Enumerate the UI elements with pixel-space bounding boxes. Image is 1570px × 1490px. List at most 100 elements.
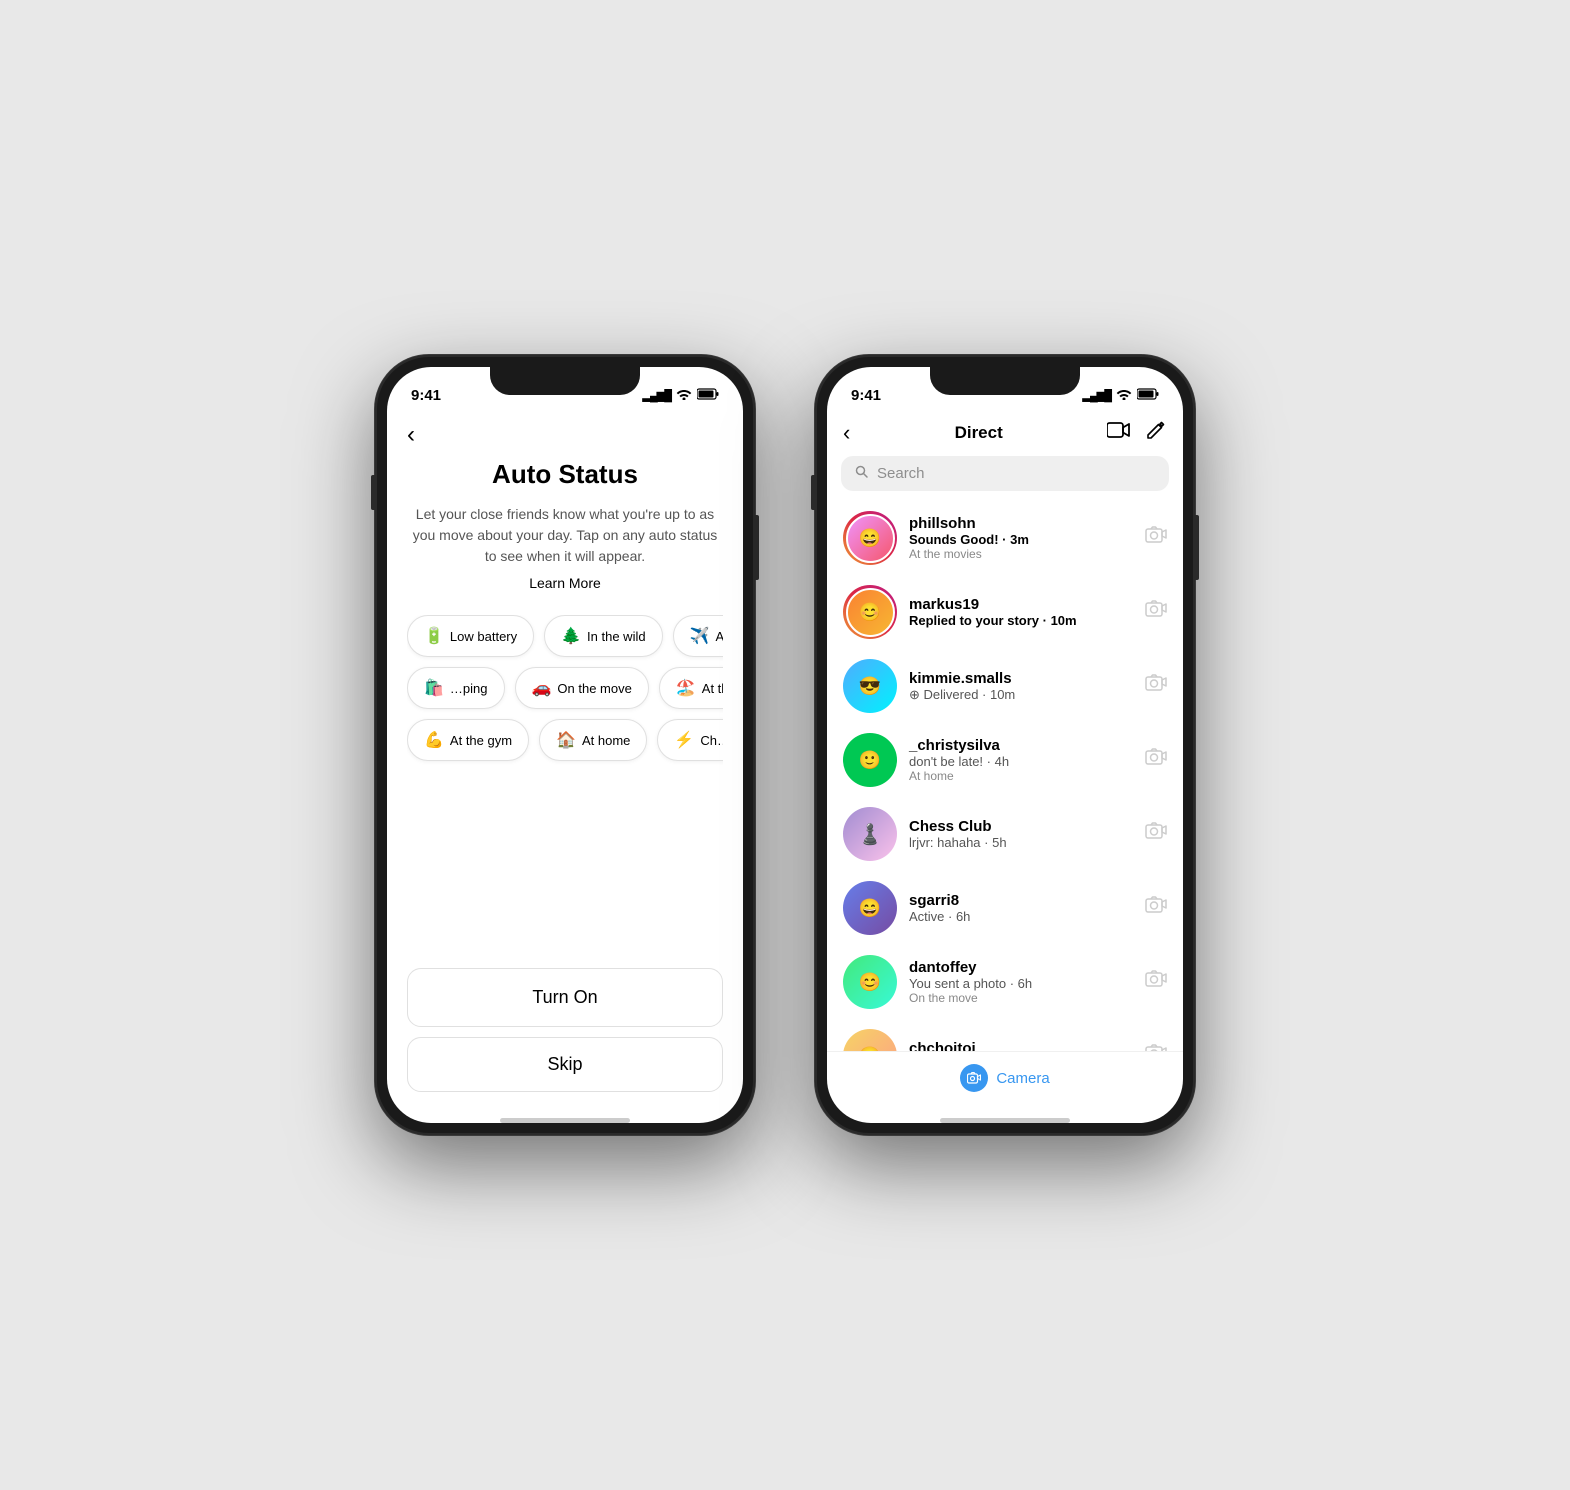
chip-low-battery[interactable]: 🔋 Low battery [407,615,534,657]
message-preview: Active · 6h [909,909,1133,924]
message-preview: ⊕ Delivered · 10m [909,687,1133,703]
message-status: At the movies [909,547,1133,561]
auto-status-content: Auto Status Let your close friends know … [387,459,743,958]
message-item[interactable]: 😊 dantoffey You sent a photo · 6h On the… [827,945,1183,1019]
message-item[interactable]: 😊 markus19 Replied to your story · 10m [827,575,1183,649]
camera-icon[interactable] [1145,896,1167,920]
chip-in-the-wild[interactable]: 🌲 In the wild [544,615,662,657]
back-button-1[interactable]: ‹ [387,411,743,459]
bottom-buttons: Turn On Skip [387,958,743,1112]
plane-emoji: ✈️ [690,626,710,646]
message-content: chchoitoi such a purday photo!!! · 6h [909,1040,1133,1051]
search-bar[interactable]: Search [841,456,1169,491]
learn-more-link[interactable]: Learn More [529,575,601,591]
message-item[interactable]: 😎 kimmie.smalls ⊕ Delivered · 10m [827,649,1183,723]
camera-bottom-bar[interactable]: Camera [827,1051,1183,1112]
turn-on-button[interactable]: Turn On [407,968,723,1027]
avatar: 😄 [843,881,897,935]
direct-title: Direct [955,423,1003,443]
status-chips-area: 🔋 Low battery 🌲 In the wild ✈️ At t… [407,615,723,771]
home-indicator-2 [940,1118,1070,1123]
chip-charging[interactable]: ⚡ Ch… [657,719,723,761]
signal-icon-1: ▂▄▆█ [642,389,671,402]
message-item[interactable]: 😄 chchoitoi such a purday photo!!! · 6h [827,1019,1183,1051]
chip-label-beach: At the beac… [702,681,723,696]
message-content: dantoffey You sent a photo · 6h On the m… [909,959,1133,1005]
message-content: kimmie.smalls ⊕ Delivered · 10m [909,670,1133,703]
direct-screen: ‹ Direct [827,411,1183,1123]
home-emoji: 🏠 [556,730,576,750]
chips-row-2: 🛍️ …ping 🚗 On the move 🏖️ At the beac… [407,667,723,709]
message-item[interactable]: ♟️ Chess Club lrjvr: hahaha · 5h [827,797,1183,871]
status-icons-2: ▂▄▆█ [1082,388,1159,403]
message-status: At home [909,769,1133,783]
messages-list: 😄 phillsohn Sounds Good! · 3m At the mov… [827,501,1183,1051]
phone-direct: 9:41 ▂▄▆█ [815,355,1195,1135]
chip-label-gym: At the gym [450,733,512,748]
wild-emoji: 🌲 [561,626,581,646]
message-username: sgarri8 [909,892,1133,909]
message-username: kimmie.smalls [909,670,1133,687]
home-indicator-1 [500,1118,630,1123]
camera-icon[interactable] [1145,748,1167,772]
message-item[interactable]: 😄 sgarri8 Active · 6h [827,871,1183,945]
camera-icon[interactable] [1145,970,1167,994]
wifi-icon-2 [1116,388,1132,403]
gym-emoji: 💪 [424,730,444,750]
message-username: Chess Club [909,818,1133,835]
message-preview: lrjvr: hahaha · 5h [909,835,1133,850]
chip-label-move: On the move [557,681,631,696]
avatar: 😎 [843,659,897,713]
message-content: _christysilva don't be late! · 4h At hom… [909,737,1133,783]
video-call-icon[interactable] [1107,421,1131,444]
chip-at-beach[interactable]: 🏖️ At the beac… [659,667,723,709]
compose-icon[interactable] [1145,419,1167,446]
message-item[interactable]: 🙂 _christysilva don't be late! · 4h At h… [827,723,1183,797]
skip-button[interactable]: Skip [407,1037,723,1092]
chip-shopping[interactable]: 🛍️ …ping [407,667,505,709]
auto-status-title: Auto Status [492,459,638,490]
chip-label-charging: Ch… [700,733,723,748]
camera-icon[interactable] [1145,600,1167,624]
battery-icon-2 [1137,388,1159,403]
time-2: 9:41 [851,387,881,404]
back-button-2[interactable]: ‹ [843,420,850,446]
search-icon [855,465,869,482]
chips-row-1: 🔋 Low battery 🌲 In the wild ✈️ At t… [407,615,723,657]
message-status: On the move [909,991,1133,1005]
status-icons-1: ▂▄▆█ [642,388,719,403]
chip-on-the-move[interactable]: 🚗 On the move [515,667,649,709]
chip-at-home[interactable]: 🏠 At home [539,719,647,761]
phone-auto-status: 9:41 ▂▄▆█ [375,355,755,1135]
message-content: Chess Club lrjvr: hahaha · 5h [909,818,1133,850]
chip-label-wild: In the wild [587,629,646,644]
direct-header: ‹ Direct [827,411,1183,456]
camera-icon[interactable] [1145,526,1167,550]
camera-label: Camera [996,1070,1049,1087]
message-username: chchoitoi [909,1040,1133,1051]
chip-label-shopping: …ping [450,681,488,696]
search-placeholder: Search [877,465,925,482]
chip-at-gym[interactable]: 💪 At the gym [407,719,529,761]
beach-emoji: 🏖️ [676,678,696,698]
battery-emoji: 🔋 [424,626,444,646]
avatar: 😊 [843,585,897,639]
car-emoji: 🚗 [532,678,552,698]
notch [490,367,640,395]
camera-icon[interactable] [1145,674,1167,698]
notch-2 [930,367,1080,395]
message-preview: Sounds Good! · 3m [909,532,1133,547]
avatar: ♟️ [843,807,897,861]
message-preview: Replied to your story · 10m [909,613,1133,628]
chip-label-low-battery: Low battery [450,629,517,644]
message-item[interactable]: 😄 phillsohn Sounds Good! · 3m At the mov… [827,501,1183,575]
camera-icon[interactable] [1145,822,1167,846]
chips-row-3: 💪 At the gym 🏠 At home ⚡ Ch… [407,719,723,761]
chip-at-airport[interactable]: ✈️ At t… [673,615,723,657]
direct-header-icons [1107,419,1167,446]
message-username: markus19 [909,596,1133,613]
camera-icon[interactable] [1145,1044,1167,1051]
time-1: 9:41 [411,387,441,404]
message-username: _christysilva [909,737,1133,754]
chip-label-home: At home [582,733,630,748]
